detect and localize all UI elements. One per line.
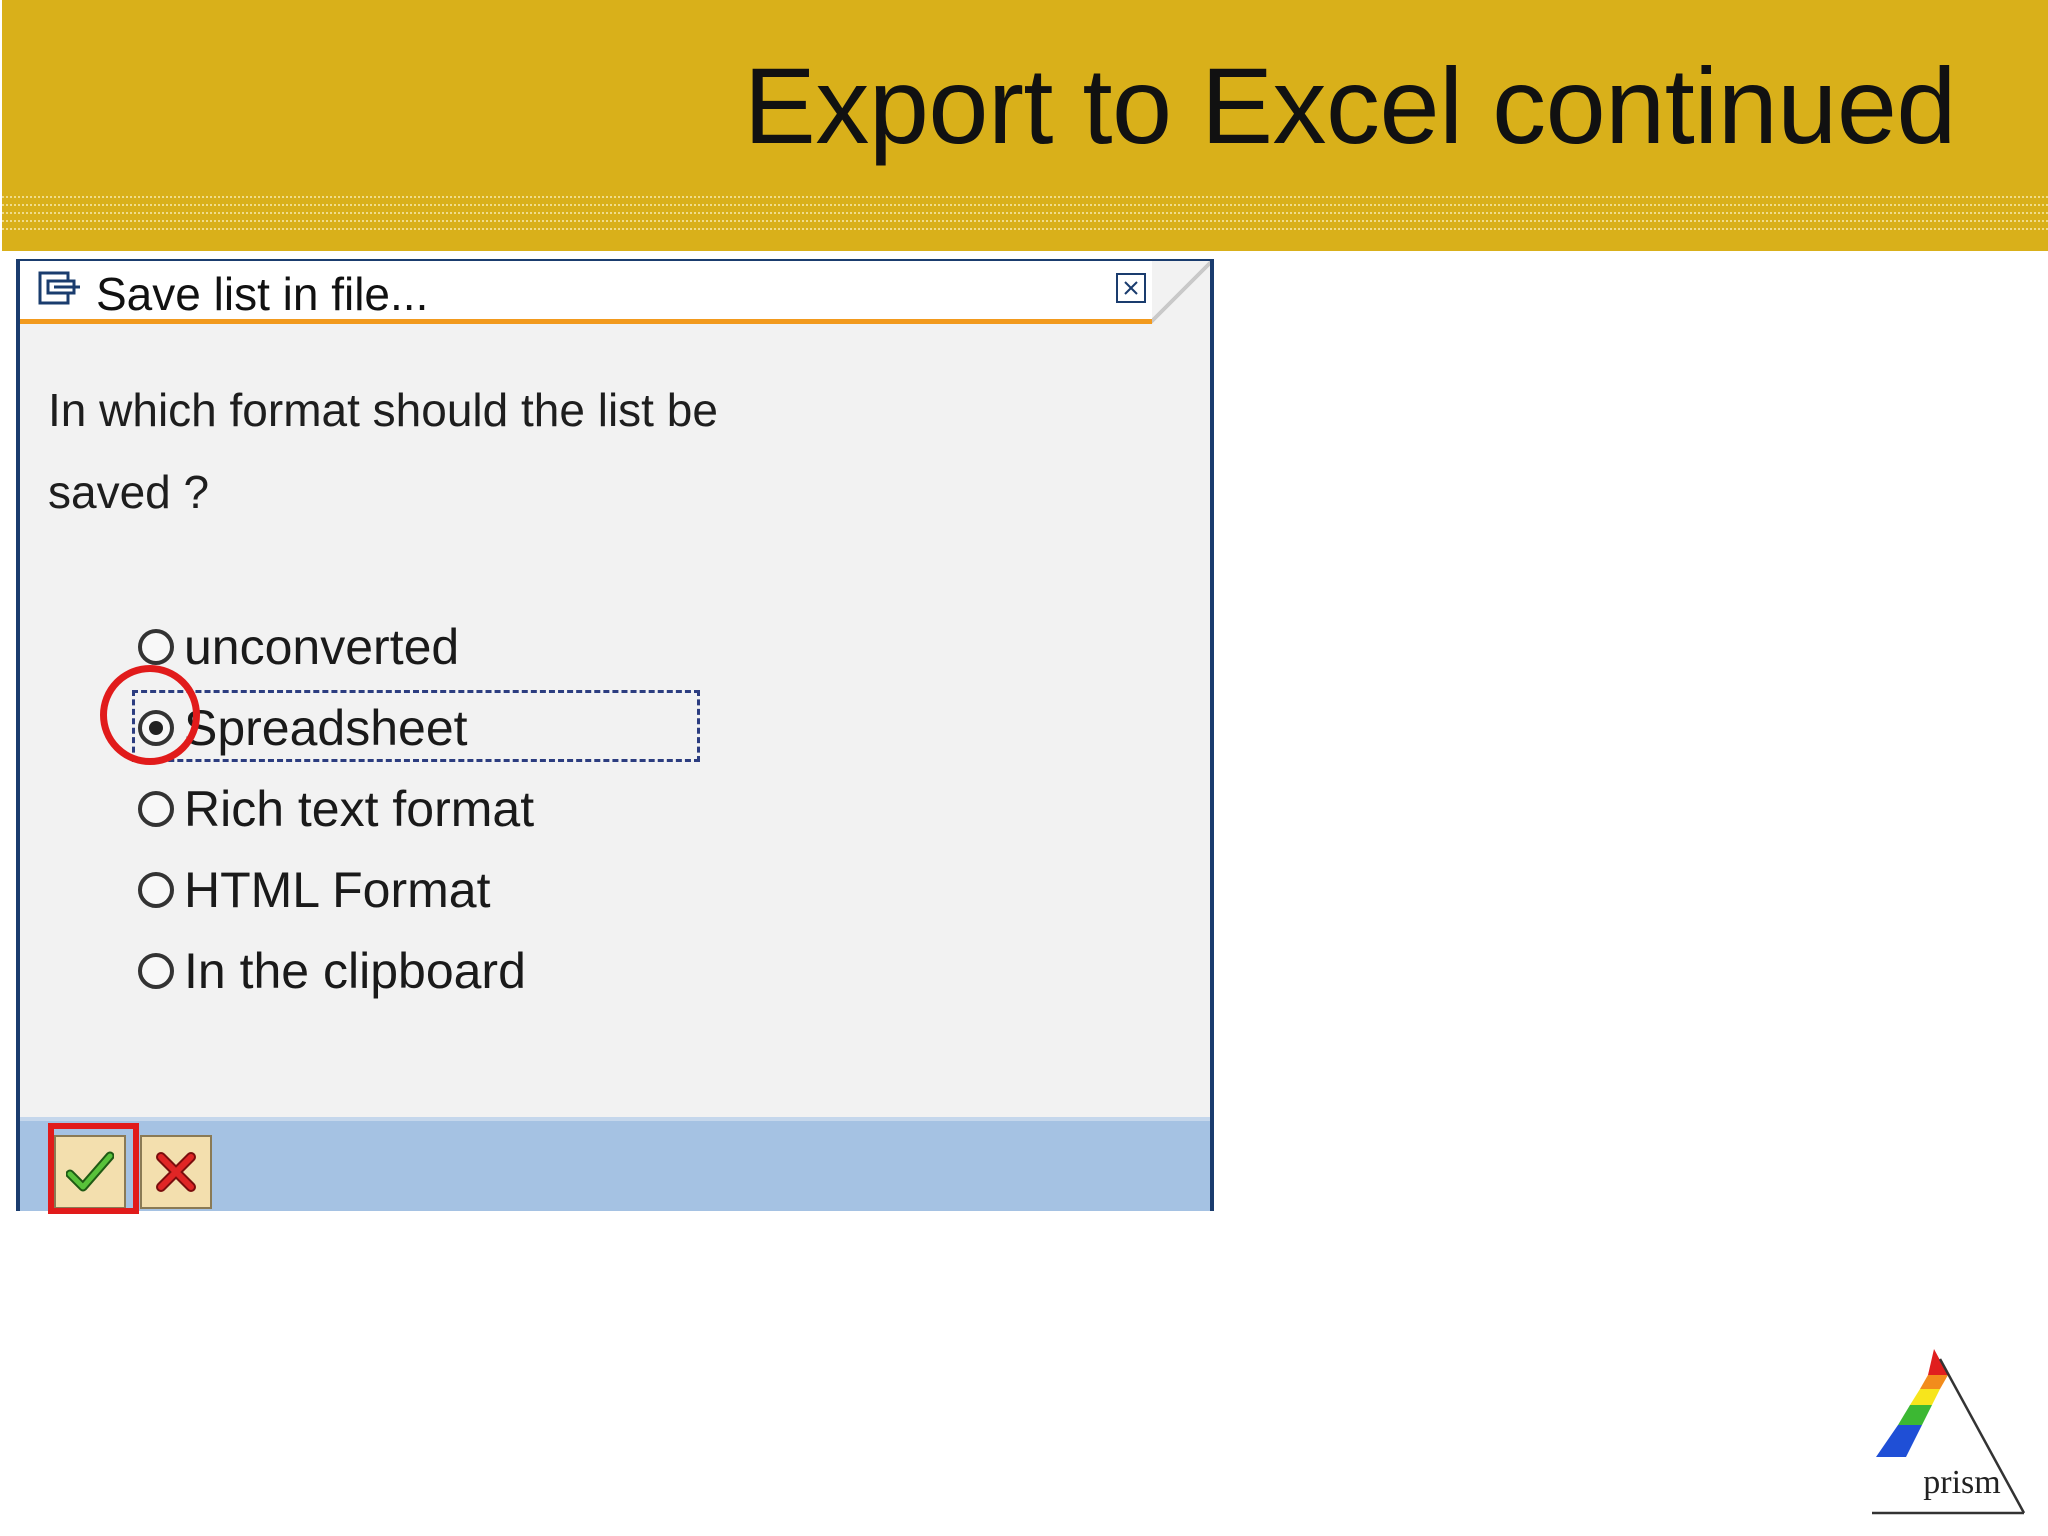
header-dotted-line — [2, 212, 2048, 214]
annotation-circle — [100, 665, 200, 765]
header-dotted-line — [2, 228, 2048, 230]
option-rich-text-format[interactable]: Rich text format — [138, 768, 698, 849]
option-label: unconverted — [184, 618, 460, 675]
close-button[interactable] — [1116, 273, 1146, 303]
format-question: In which format should the list be saved… — [48, 384, 718, 518]
dialog-button-bar — [20, 1117, 1210, 1211]
option-label: In the clipboard — [184, 942, 526, 999]
radio-rich-text-format[interactable] — [138, 790, 174, 827]
option-label: HTML Format — [184, 861, 491, 918]
prism-logo: prism — [1852, 1345, 2030, 1520]
header-dotted-line — [2, 204, 2048, 206]
close-icon — [1124, 281, 1138, 295]
header-dotted-line — [2, 196, 2048, 198]
logo-text: prism — [1923, 1464, 2000, 1501]
option-html-format[interactable]: HTML Format — [138, 849, 698, 930]
annotation-rectangle — [48, 1123, 139, 1214]
slide-header-band: Export to Excel continued — [2, 0, 2048, 251]
cancel-button[interactable] — [140, 1135, 212, 1209]
dialog-window-icon — [38, 271, 82, 309]
option-label: Rich text format — [184, 780, 535, 837]
radio-clipboard[interactable] — [138, 952, 174, 989]
dialog-title: Save list in file... — [96, 268, 429, 320]
option-spreadsheet[interactable]: Spreadsheet — [132, 687, 700, 768]
slide-title: Export to Excel continued — [743, 45, 1957, 166]
focus-outline — [132, 690, 700, 762]
cancel-x-icon — [156, 1152, 196, 1192]
option-unconverted[interactable]: unconverted — [138, 606, 698, 687]
option-clipboard[interactable]: In the clipboard — [138, 930, 698, 1011]
dialog-titlebar[interactable]: Save list in file... — [20, 261, 1210, 325]
titlebar-corner — [1152, 261, 1210, 325]
format-options: unconverted Spreadsheet Rich text format… — [132, 606, 700, 1011]
radio-html-format[interactable] — [138, 871, 174, 908]
radio-unconverted[interactable] — [138, 628, 174, 665]
header-dotted-line — [2, 220, 2048, 222]
